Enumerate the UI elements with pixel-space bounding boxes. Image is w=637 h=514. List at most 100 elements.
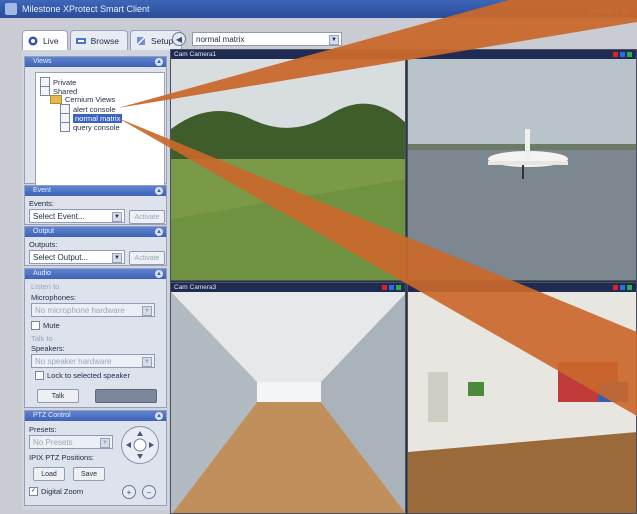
version-label: Version 3.5a xyxy=(590,8,629,15)
view-select[interactable]: normal matrix ▼ xyxy=(192,32,342,46)
view-select-value: normal matrix xyxy=(196,34,245,44)
ptz-section-header[interactable]: PTZ Control ▲ xyxy=(25,411,166,421)
events-label: Events: xyxy=(29,199,55,208)
presets-label: Presets: xyxy=(29,425,57,434)
output-section-header[interactable]: Output ▲ xyxy=(25,227,166,237)
camera-tile-header xyxy=(408,283,636,292)
zoom-out-button[interactable]: − xyxy=(142,485,156,499)
mute-label: Mute xyxy=(43,321,60,330)
folder-icon xyxy=(50,95,62,104)
tree-node-query-console[interactable]: query console xyxy=(60,122,120,132)
ptz-direction-pad[interactable] xyxy=(121,426,159,464)
mute-checkbox[interactable]: Mute xyxy=(31,321,60,330)
camera-name: Cam Camera1 xyxy=(174,51,217,58)
views-section-title: Views xyxy=(33,58,52,65)
camera-feed-jet xyxy=(408,59,636,280)
tab-setup-label: Setup xyxy=(150,36,174,46)
camera-tile-2[interactable] xyxy=(407,49,637,281)
motion-indicator-icon xyxy=(620,52,625,57)
live-indicator-icon xyxy=(627,285,632,290)
tab-live[interactable]: Live xyxy=(22,30,68,51)
talk-button[interactable]: Talk xyxy=(37,389,79,403)
browse-icon xyxy=(75,38,86,44)
presets-select[interactable]: No Presets ▼ xyxy=(29,435,113,449)
tree-node-label: query console xyxy=(73,122,120,132)
audio-section-header[interactable]: Audio ▲ xyxy=(25,269,166,279)
chevron-down-icon: ▼ xyxy=(142,357,152,367)
chevron-down-icon: ▼ xyxy=(100,438,110,448)
speaker-select[interactable]: No speaker hardware ▼ xyxy=(31,354,155,368)
camera-tile-header: Cam Camera3 xyxy=(171,283,405,292)
speaker-select-value: No speaker hardware xyxy=(35,356,112,366)
views-tree: Private Shared Cernium Views alert conso… xyxy=(35,72,165,189)
app-window: Milestone XProtect Smart Client Version … xyxy=(0,0,637,514)
output-select-value: Select Output... xyxy=(33,252,89,262)
talk-to-label: Talk to xyxy=(31,334,53,343)
camera-tile-3[interactable]: Cam Camera3 xyxy=(170,282,406,514)
tab-browse[interactable]: Browse xyxy=(69,30,128,51)
digital-zoom-checkbox[interactable]: ✓ Digital Zoom xyxy=(29,487,83,496)
digital-zoom-label: Digital Zoom xyxy=(41,487,84,496)
microphones-label: Microphones: xyxy=(31,293,77,302)
camera-name: Cam Camera3 xyxy=(174,284,217,291)
recording-indicator-icon xyxy=(382,285,387,290)
output-select[interactable]: Select Output... ▼ xyxy=(29,250,125,264)
listen-to-label: Listen to xyxy=(31,282,60,291)
talk-level-bar xyxy=(95,389,157,403)
back-button[interactable]: ◀ xyxy=(172,32,186,46)
tree-node-cernium-views[interactable]: Cernium Views xyxy=(50,95,115,104)
window-title: Milestone XProtect Smart Client xyxy=(22,4,150,14)
chevron-down-icon: ▼ xyxy=(112,253,122,263)
collapse-icon[interactable]: ▲ xyxy=(155,412,163,420)
motion-indicator-icon xyxy=(389,285,394,290)
collapse-icon[interactable]: ▲ xyxy=(155,228,163,236)
collapse-icon[interactable]: ▲ xyxy=(155,270,163,278)
event-section-header[interactable]: Event ▲ xyxy=(25,186,166,196)
event-select[interactable]: Select Event... ▼ xyxy=(29,209,125,223)
outputs-label: Outputs: xyxy=(29,240,58,249)
tab-live-label: Live xyxy=(43,36,59,46)
ptz-arrows-icon xyxy=(126,431,154,459)
view-toolbar: ◀ normal matrix ▼ xyxy=(172,30,637,48)
view-icon xyxy=(60,122,70,132)
live-camera-icon xyxy=(28,36,38,46)
collapse-icon[interactable]: ▲ xyxy=(155,58,163,66)
chevron-down-icon: ▼ xyxy=(142,306,152,316)
audio-section: Audio ▲ Listen to Microphones: No microp… xyxy=(24,268,167,408)
speakers-label: Speakers: xyxy=(31,344,65,353)
load-button[interactable]: Load xyxy=(33,467,65,481)
title-bar: Milestone XProtect Smart Client xyxy=(0,0,637,18)
camera-tile-1[interactable]: Cam Camera1 xyxy=(170,49,406,281)
microphone-select[interactable]: No microphone hardware ▼ xyxy=(31,303,155,317)
presets-select-value: No Presets xyxy=(33,437,73,447)
output-activate-button[interactable]: Activate xyxy=(129,251,165,265)
view-group-icon xyxy=(40,86,50,96)
chevron-down-icon: ▼ xyxy=(329,35,339,45)
chevron-down-icon: ▼ xyxy=(112,212,122,222)
event-section-title: Event xyxy=(33,187,51,194)
checkbox-checked-icon: ✓ xyxy=(29,487,38,496)
tab-browse-label: Browse xyxy=(90,36,119,46)
zoom-in-icon: + xyxy=(126,487,132,497)
checkbox-icon xyxy=(35,371,44,380)
motion-indicator-icon xyxy=(620,285,625,290)
camera-feed-corridor xyxy=(171,292,405,513)
camera-tile-4[interactable] xyxy=(407,282,637,514)
recording-indicator-icon xyxy=(613,285,618,290)
lock-speaker-checkbox[interactable]: Lock to selected speaker xyxy=(35,371,130,380)
setup-icon xyxy=(136,36,146,46)
camera-feed-gallery xyxy=(408,292,636,513)
event-activate-button[interactable]: Activate xyxy=(129,210,165,224)
app-logo-icon xyxy=(5,3,17,15)
back-icon: ◀ xyxy=(175,34,183,44)
output-section: Output ▲ Outputs: Select Output... ▼ Act… xyxy=(24,226,167,266)
lock-speaker-label: Lock to selected speaker xyxy=(47,371,130,380)
recording-indicator-icon xyxy=(613,52,618,57)
zoom-in-button[interactable]: + xyxy=(122,485,136,499)
collapse-icon[interactable]: ▲ xyxy=(155,187,163,195)
ptz-section-title: PTZ Control xyxy=(33,412,71,419)
save-button[interactable]: Save xyxy=(73,467,105,481)
views-section: Views ▲ Private Shared Cernium Views ale… xyxy=(24,56,167,189)
ptz-section: PTZ Control ▲ Presets: No Presets ▼ IPIX… xyxy=(24,410,167,506)
views-section-header[interactable]: Views ▲ xyxy=(25,57,166,67)
